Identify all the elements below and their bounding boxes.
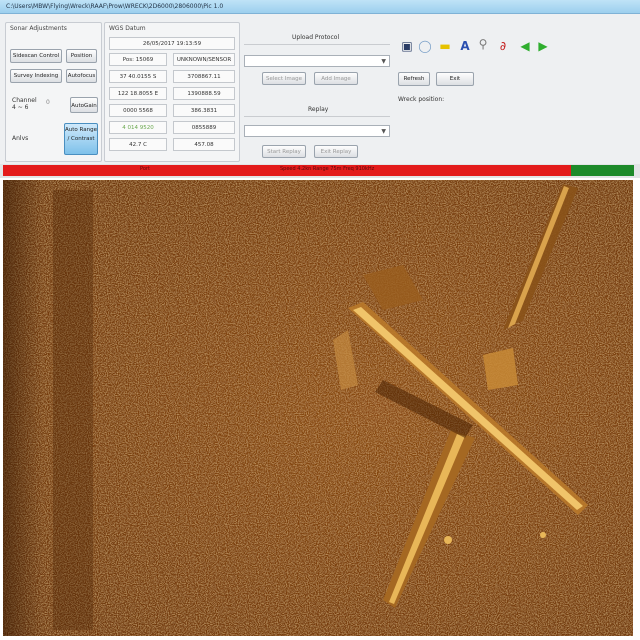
- replay-separator: [244, 116, 390, 117]
- clip-icon[interactable]: ∂: [496, 38, 510, 54]
- font-icon[interactable]: A: [458, 38, 472, 54]
- save-icon[interactable]: ▣: [400, 38, 414, 54]
- window-titlebar: C:\Users\MBW\Flying\Wreck\RAAF\Prow\WREC…: [0, 0, 640, 14]
- position-button[interactable]: Position: [66, 49, 97, 63]
- auto-range-contrast-button[interactable]: Auto Range / Contrast: [64, 123, 98, 155]
- upload-select[interactable]: ▼: [244, 55, 390, 67]
- coord-right-cell: 457.08: [173, 138, 235, 151]
- survey-indexing-button[interactable]: Survey Indexing: [10, 69, 62, 83]
- folder-icon[interactable]: ▬: [438, 38, 452, 54]
- sonar-image-view[interactable]: [3, 180, 633, 636]
- coord-right-cell: 0855889: [173, 121, 235, 134]
- status-bar: Port Speed 4.2kn Range 75m Freq 910kHz: [0, 164, 640, 178]
- sidescan-control-button[interactable]: Sidescan Control: [10, 49, 62, 63]
- channel-label: Channel 4 ~ 6: [12, 97, 37, 111]
- add-image-button[interactable]: Add Image: [314, 72, 358, 85]
- control-panel: Sonar Adjustments Sidescan Control Posit…: [0, 14, 640, 164]
- coord-right-cell: 3708867.11: [173, 70, 235, 83]
- nadir-shadow: [3, 180, 43, 636]
- coord-left-cell: 4 014 9520: [109, 121, 167, 134]
- arrow-right-icon[interactable]: ▶: [536, 38, 550, 54]
- coord-left-cell: 42.7 C: [109, 138, 167, 151]
- globe-icon[interactable]: ◯: [418, 38, 432, 54]
- exit-button[interactable]: Exit: [436, 72, 474, 86]
- timestamp-cell: 26/05/2017 19:13:59: [109, 37, 235, 50]
- status-mid-text: Speed 4.2kn Range 75m Freq 910kHz: [280, 166, 375, 172]
- replay-select[interactable]: ▼: [244, 125, 390, 137]
- arrow-left-icon[interactable]: ◀: [518, 38, 532, 54]
- coord-left-cell: 122 18.8055 E: [109, 87, 167, 100]
- status-bar-green: [571, 165, 634, 176]
- coord-right-cell: 386.3831: [173, 104, 235, 117]
- chevron-down-icon: ▼: [381, 58, 386, 65]
- coord-right-cell: UNKNOWN/SENSOR: [173, 53, 235, 66]
- autogain-button[interactable]: AutoGain: [70, 97, 98, 113]
- start-replay-button[interactable]: Start Replay: [262, 145, 306, 158]
- upload-separator: [244, 44, 390, 45]
- water-column-band: [53, 190, 93, 630]
- wreck-position-label: Wreck position:: [398, 96, 445, 103]
- sonar-image: [3, 180, 633, 636]
- coord-left-cell: Pos: 15069: [109, 53, 167, 66]
- coord-left-cell: 0000 5568: [109, 104, 167, 117]
- select-image-button[interactable]: Select Image: [262, 72, 306, 85]
- wgs-datum-group: WGS Datum 26/05/2017 19:13:59 Pos: 15069…: [104, 22, 240, 162]
- sonar-adjustments-title: Sonar Adjustments: [10, 25, 67, 32]
- autofocus-button[interactable]: Autofocus: [66, 69, 97, 83]
- sonar-adjustments-group: Sonar Adjustments Sidescan Control Posit…: [5, 22, 102, 162]
- chevron-down-icon: ▼: [381, 128, 386, 135]
- upload-protocol-title: Upload Protocol: [292, 34, 340, 41]
- replay-title: Replay: [308, 106, 329, 113]
- anlvs-label: Anlvs: [12, 135, 29, 142]
- wgs-datum-title: WGS Datum: [109, 25, 146, 32]
- refresh-button[interactable]: Refresh: [398, 72, 430, 86]
- exit-replay-button[interactable]: Exit Replay: [314, 145, 358, 158]
- zoom-icon[interactable]: ⚲: [476, 36, 490, 52]
- coord-left-cell: 37 40.0155 S: [109, 70, 167, 83]
- channel-value[interactable]: 0: [46, 99, 50, 106]
- status-left-text: Port: [140, 166, 150, 172]
- window-title: C:\Users\MBW\Flying\Wreck\RAAF\Prow\WREC…: [6, 3, 224, 10]
- coord-right-cell: 1390888.59: [173, 87, 235, 100]
